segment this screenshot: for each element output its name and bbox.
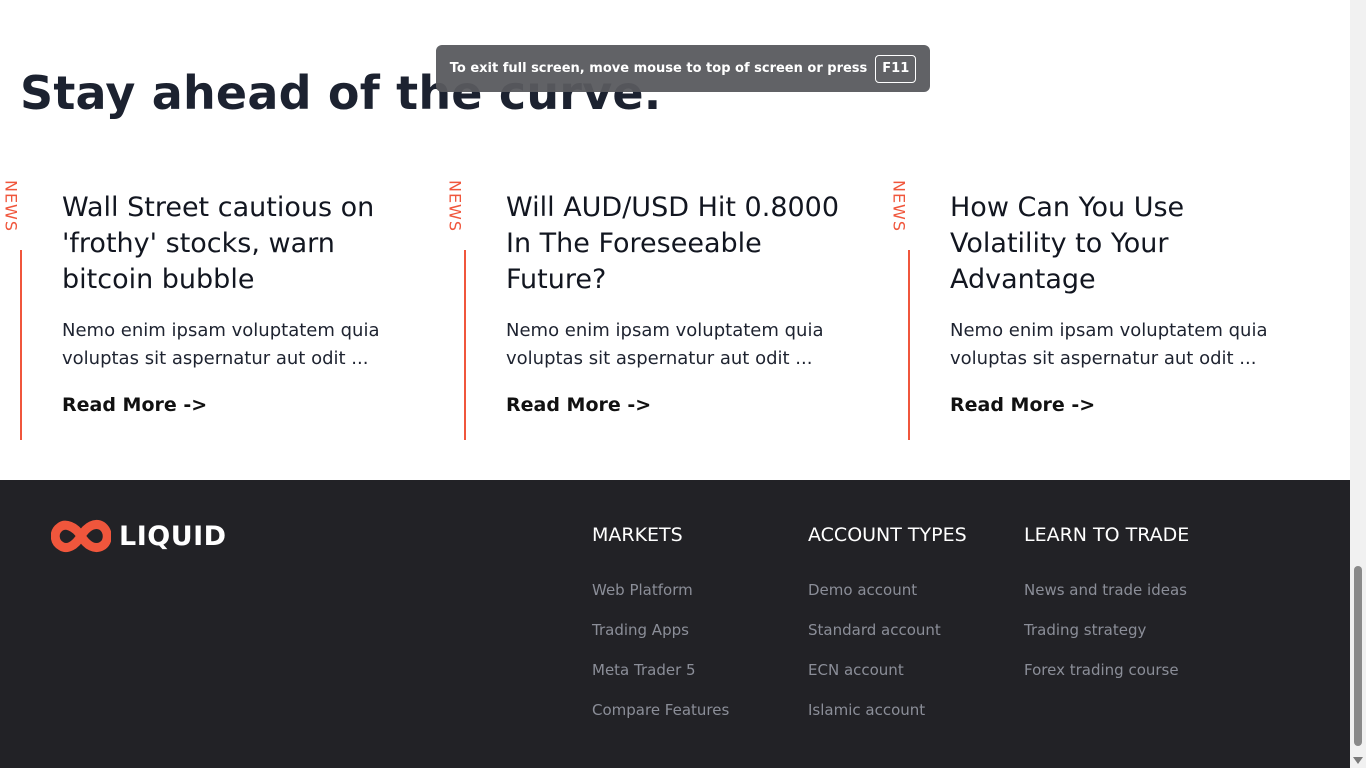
news-card: NEWS How Can You Use Volatility to Your … <box>888 172 1308 442</box>
fullscreen-notice-text: To exit full screen, move mouse to top o… <box>449 61 868 76</box>
card-tag-label: NEWS <box>1 179 21 233</box>
footer-link-trading-apps[interactable]: Trading Apps <box>592 620 729 640</box>
page: Stay ahead of the curve. NEWS Wall Stree… <box>0 0 1366 768</box>
card-excerpt: Nemo enim ipsam voluptatem quia voluptas… <box>62 320 380 369</box>
card-title[interactable]: Wall Street cautious on 'frothy' stocks,… <box>62 190 402 298</box>
card-title[interactable]: How Can You Use Volatility to Your Advan… <box>950 190 1290 298</box>
scrollbar-thumb[interactable] <box>1354 566 1362 746</box>
card-tag: NEWS <box>888 176 910 236</box>
card-divider <box>908 250 910 440</box>
card-title[interactable]: Will AUD/USD Hit 0.8000 In The Foreseeab… <box>506 190 846 298</box>
footer-link-demo-account[interactable]: Demo account <box>808 580 967 600</box>
card-excerpt: Nemo enim ipsam voluptatem quia voluptas… <box>506 320 824 369</box>
footer-link-ecn-account[interactable]: ECN account <box>808 660 967 680</box>
fullscreen-key-badge: F11 <box>875 54 917 83</box>
footer-column-learn-to-trade: LEARN TO TRADE News and trade ideas Trad… <box>1024 524 1189 700</box>
scroll-down-arrow-icon[interactable] <box>1353 757 1363 764</box>
card-excerpt: Nemo enim ipsam voluptatem quia voluptas… <box>950 320 1268 369</box>
footer-heading: LEARN TO TRADE <box>1024 524 1190 546</box>
news-card: NEWS Wall Street cautious on 'frothy' st… <box>0 172 420 442</box>
card-tag-label: NEWS <box>889 179 909 233</box>
card-divider <box>20 250 22 440</box>
footer-heading: MARKETS <box>592 524 683 546</box>
footer-link-forex-trading-course[interactable]: Forex trading course <box>1024 660 1189 680</box>
footer-link-trading-strategy[interactable]: Trading strategy <box>1024 620 1189 640</box>
card-tag-label: NEWS <box>445 179 465 233</box>
footer-link-standard-account[interactable]: Standard account <box>808 620 967 640</box>
footer-column-markets: MARKETS Web Platform Trading Apps Meta T… <box>592 524 729 740</box>
page-scrollbar[interactable] <box>1350 0 1366 768</box>
footer-link-web-platform[interactable]: Web Platform <box>592 580 729 600</box>
logo-wordmark: LIQUID <box>119 520 227 552</box>
footer-link-news-and-trade-ideas[interactable]: News and trade ideas <box>1024 580 1189 600</box>
footer-link-compare-features[interactable]: Compare Features <box>592 700 729 720</box>
fullscreen-exit-notice: To exit full screen, move mouse to top o… <box>436 45 930 92</box>
footer-link-islamic-account[interactable]: Islamic account <box>808 700 967 720</box>
read-more-link[interactable]: Read More -> <box>62 394 207 416</box>
card-divider <box>464 250 466 440</box>
site-footer: LIQUID MARKETS Web Platform Trading Apps… <box>0 480 1350 768</box>
card-tag: NEWS <box>0 176 22 236</box>
infinity-logo-icon <box>51 519 111 553</box>
footer-logo[interactable]: LIQUID <box>51 519 227 553</box>
footer-heading: ACCOUNT TYPES <box>808 524 967 546</box>
footer-column-account-types: ACCOUNT TYPES Demo account Standard acco… <box>808 524 967 740</box>
news-card: NEWS Will AUD/USD Hit 0.8000 In The Fore… <box>444 172 864 442</box>
read-more-link[interactable]: Read More -> <box>506 394 651 416</box>
read-more-link[interactable]: Read More -> <box>950 394 1095 416</box>
card-tag: NEWS <box>444 176 466 236</box>
footer-link-meta-trader-5[interactable]: Meta Trader 5 <box>592 660 729 680</box>
